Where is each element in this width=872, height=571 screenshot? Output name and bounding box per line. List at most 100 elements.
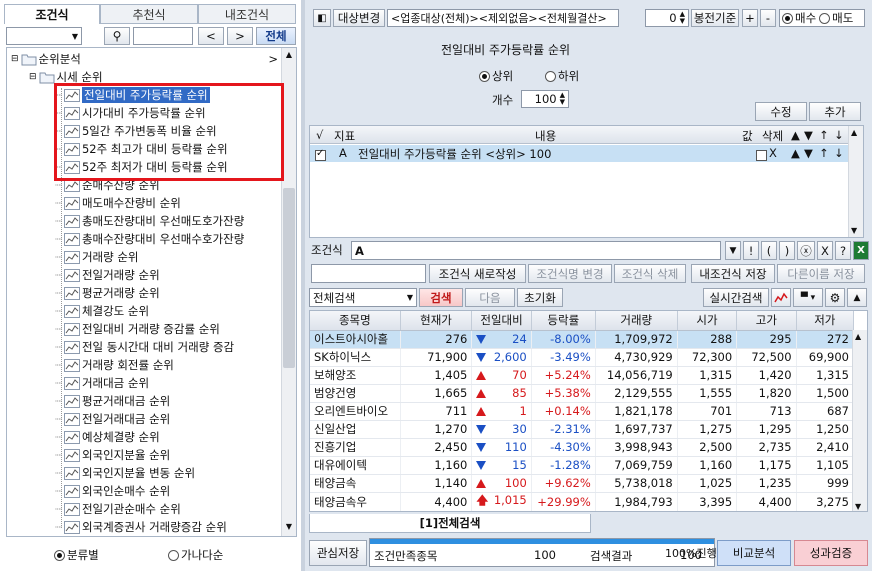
results-col-header[interactable]: 거래량 xyxy=(595,311,678,331)
category-combo[interactable]: ▼ xyxy=(6,27,82,45)
search-button[interactable]: 검색 xyxy=(419,288,463,307)
search-input[interactable] xyxy=(133,27,193,45)
tab-condition[interactable]: 조건식 xyxy=(4,4,100,24)
results-col-header[interactable]: 종목명 xyxy=(310,311,401,331)
save-interest-button[interactable]: 관심저장 xyxy=(309,540,367,566)
condition-check-icon[interactable] xyxy=(315,148,326,161)
scroll-thumb[interactable] xyxy=(283,188,295,368)
reset-button[interactable]: 초기화 xyxy=(517,288,563,307)
condition-name-input[interactable] xyxy=(311,264,426,283)
tree-item[interactable]: ┈ 매도매수잔량비 순위 xyxy=(55,194,181,212)
scroll-down-icon[interactable]: ▼ xyxy=(284,522,294,534)
tree-item[interactable]: ┈ 평균거래량 순위 xyxy=(55,284,160,302)
scroll-up-icon[interactable]: ▲ xyxy=(851,128,857,137)
tab-recommend[interactable]: 추천식 xyxy=(100,4,198,24)
op-close-paren-button[interactable]: ) xyxy=(779,241,795,260)
collapse-icon[interactable]: ▲ xyxy=(847,288,867,307)
table-row[interactable]: 태양금속 1,140 100 +9.62% 5,738,018 1,025 1,235 999 xyxy=(310,474,855,493)
edit-button[interactable]: 수정 xyxy=(755,102,807,121)
scroll-down-icon[interactable]: ▼ xyxy=(851,226,857,235)
next-result-button[interactable]: 다음 xyxy=(465,288,515,307)
tree-item[interactable]: ┈ 외국인지분율 순위 xyxy=(55,446,170,464)
spin-icon[interactable]: ▲ ▼ xyxy=(680,11,685,25)
radio-alphabetical[interactable]: 가나다순 xyxy=(168,547,223,563)
results-col-header[interactable]: 시가 xyxy=(677,311,738,331)
candle-count-input[interactable]: 0 ▲ ▼ xyxy=(645,9,689,27)
all-button[interactable]: 전체 xyxy=(256,27,296,45)
formula-dropdown-icon[interactable]: ▼ xyxy=(725,241,741,260)
formula-input[interactable]: A xyxy=(351,241,721,260)
condition-row[interactable]: A 전일대비 주가등락률 순위 <상위> 100 X ▲ ▼ ↑ ↓ xyxy=(310,145,848,162)
results-scrollbar[interactable]: ▲ ▼ xyxy=(852,330,867,511)
value-check-icon[interactable] xyxy=(755,150,767,161)
panel-toggle-icon[interactable]: ◧ xyxy=(313,9,331,27)
buy-sell-radio[interactable]: 매수 매도 xyxy=(779,9,865,27)
table-row[interactable]: SK하이닉스 71,900 2,600 -3.49% 4,730,929 72,300 72… xyxy=(310,348,855,367)
chart-icon[interactable] xyxy=(771,288,791,307)
results-col-header[interactable]: 고가 xyxy=(736,311,797,331)
help-button[interactable]: ? xyxy=(835,241,851,260)
scroll-up-icon[interactable]: ▲ xyxy=(284,50,294,62)
gear-icon[interactable]: ⚙ xyxy=(825,288,845,307)
op-clear-button[interactable]: X xyxy=(817,241,833,260)
search-scope-combo[interactable]: 전체검색 ▼ xyxy=(309,288,417,307)
table-row[interactable]: 진흥기업 2,450 110 -4.30% 3,998,943 2,500 2,735 2,4… xyxy=(310,438,855,457)
move-top-icon[interactable]: ↑ xyxy=(819,146,829,160)
next-button[interactable]: > xyxy=(227,27,253,45)
realtime-search-button[interactable]: 실시간검색 xyxy=(703,288,769,307)
tree-root-ranking[interactable]: ⊟ 순위분석 xyxy=(11,50,81,68)
table-row[interactable]: 신일산업 1,270 30 -2.31% 1,697,737 1,275 1,295 1,25… xyxy=(310,420,855,439)
minus-button[interactable]: - xyxy=(760,9,776,27)
results-col-header[interactable]: 저가 xyxy=(796,311,855,331)
expand-arrow-icon[interactable]: > xyxy=(268,50,278,68)
move-down-icon[interactable]: ▼ xyxy=(804,146,813,160)
tree-item[interactable]: ┈ 외국계증권사 거래량증감 순위 xyxy=(55,518,227,536)
candle-basis-button[interactable]: 봉전기준 xyxy=(691,9,739,27)
tree-item[interactable]: ┈ 거래량 회전률 순위 xyxy=(55,356,174,374)
move-up-icon[interactable]: ▲ xyxy=(791,146,800,160)
tree-item[interactable]: ┈ 거래량 순위 xyxy=(55,248,139,266)
move-bottom-icon[interactable]: ↓ xyxy=(834,146,844,160)
tree-item[interactable]: ┈ 전일거래량 순위 xyxy=(55,266,160,284)
tree-item[interactable]: ┈ 체결강도 순위 xyxy=(55,302,149,320)
rename-condition-button[interactable]: 조건식명 변경 xyxy=(528,264,612,283)
tree-item[interactable]: ┈ 평균거래대금 순위 xyxy=(55,392,170,410)
op-not-button[interactable]: ! xyxy=(743,241,759,260)
excel-icon[interactable]: X xyxy=(853,241,869,260)
save-as-button[interactable]: 다른이름 저장 xyxy=(777,264,865,283)
condition-scrollbar[interactable]: ▲ ▼ xyxy=(848,126,863,237)
op-xor-button[interactable]: ⓧ xyxy=(797,241,815,260)
radio-category[interactable]: 분류별 xyxy=(54,547,99,563)
table-row[interactable]: 태양금속우 4,400 🡅 1,015 +29.99% 1,984,793 3,395 4,4… xyxy=(310,492,855,511)
tree-item[interactable]: ┈ 전일기관순매수 순위 xyxy=(55,500,181,518)
prev-button[interactable]: < xyxy=(198,27,224,45)
tree-item[interactable]: ┈ 전일거래대금 순위 xyxy=(55,410,170,428)
count-input[interactable]: 100 ▲ ▼ xyxy=(521,90,569,108)
scroll-up-icon[interactable]: ▲ xyxy=(855,332,861,341)
table-row[interactable]: 이스트아시아홀 276 24 -8.00% 1,709,972 288 295 272 xyxy=(310,330,855,349)
add-button[interactable]: 추가 xyxy=(809,102,861,121)
radio-rank-bottom[interactable]: 하위 xyxy=(545,68,579,84)
plus-button[interactable]: + xyxy=(742,9,758,27)
table-row[interactable]: 오리엔트바이오 711 1 +0.14% 1,821,178 701 713 687 xyxy=(310,402,855,421)
op-open-paren-button[interactable]: ( xyxy=(761,241,777,260)
tab-all-search[interactable]: [1]전체검색 xyxy=(309,514,591,533)
radio-sell-icon[interactable] xyxy=(819,12,831,24)
scroll-down-icon[interactable]: ▼ xyxy=(855,502,861,511)
search-button[interactable]: ⚲ xyxy=(104,27,130,45)
results-col-header[interactable]: 현재가 xyxy=(400,311,473,331)
tree-item[interactable]: ┈ 전일대비 거래량 증감률 순위 xyxy=(55,320,220,338)
results-col-header[interactable]: 등락률 xyxy=(531,311,596,331)
tab-my-condition[interactable]: 내조건식 xyxy=(198,4,296,24)
table-row[interactable]: 범양건영 1,665 85 +5.38% 2,129,555 1,555 1,820 1,50… xyxy=(310,384,855,403)
radio-buy-icon[interactable] xyxy=(782,12,793,24)
target-change-button[interactable]: 대상변경 xyxy=(333,9,385,27)
table-row[interactable]: 대유에이텍 1,160 15 -1.28% 7,069,759 1,160 1,175 1,1… xyxy=(310,456,855,475)
tree-item[interactable]: ┈ 외국인순매수 순위 xyxy=(55,482,170,500)
tree-item[interactable]: ┈ 전일 동시간대 대비 거래량 증감 xyxy=(55,338,234,356)
delete-icon[interactable]: X xyxy=(769,146,777,160)
verify-performance-button[interactable]: 성과검증 xyxy=(794,540,868,566)
tree-item[interactable]: ┈ 총매수잔량대비 우선매수호가잔량 xyxy=(55,230,244,248)
radio-rank-top[interactable]: 상위 xyxy=(479,68,513,84)
table-row[interactable]: 보해양조 1,405 70 +5.24% 14,056,719 1,315 1,420 1,3… xyxy=(310,366,855,385)
